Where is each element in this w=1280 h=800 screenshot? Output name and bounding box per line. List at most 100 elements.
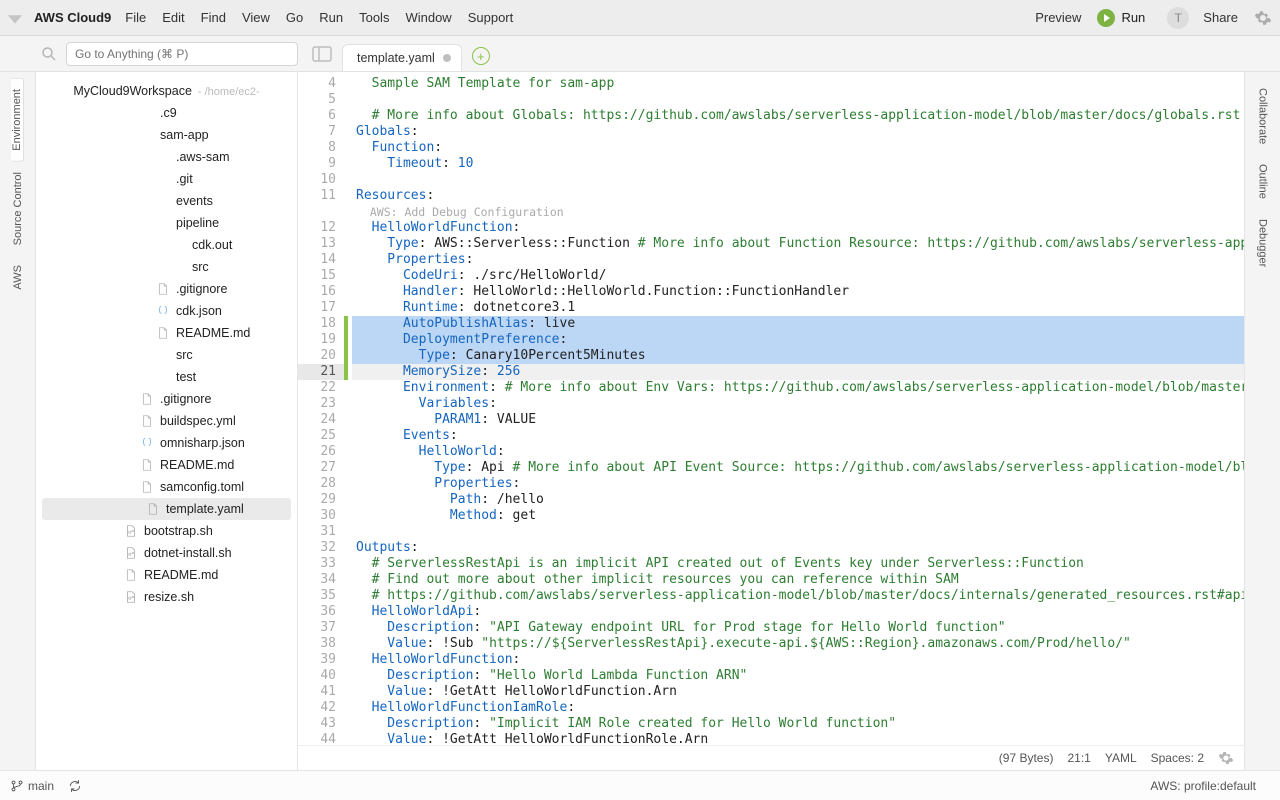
tab-label: template.yaml <box>357 51 435 65</box>
tree-item[interactable]: events <box>36 190 297 212</box>
codelens-add-debug[interactable]: AWS: Add Debug Configuration <box>352 204 1244 220</box>
menu-tools[interactable]: Tools <box>359 10 389 25</box>
tree-item-label: resize.sh <box>144 590 194 604</box>
tree-item-label: .gitignore <box>160 392 211 406</box>
tree-item[interactable]: README.md <box>36 322 297 344</box>
gear-icon[interactable] <box>1254 9 1272 27</box>
tree-item[interactable]: .aws-sam <box>36 146 297 168</box>
tree-item[interactable]: template.yaml <box>42 498 291 520</box>
rail-collaborate[interactable]: Collaborate <box>1257 78 1269 154</box>
tree-item[interactable]: src <box>36 344 297 366</box>
file-icon <box>156 326 170 340</box>
tree-item-label: .aws-sam <box>176 150 229 164</box>
menu-edit[interactable]: Edit <box>162 10 184 25</box>
tab-template-yaml[interactable]: template.yaml <box>342 44 462 71</box>
search-input[interactable] <box>66 42 298 66</box>
tree-item[interactable]: bootstrap.sh <box>36 520 297 542</box>
menu-run[interactable]: Run <box>319 10 343 25</box>
preview-button[interactable]: Preview <box>1035 10 1081 25</box>
play-icon <box>1097 9 1115 27</box>
tree-item[interactable]: buildspec.yml <box>36 410 297 432</box>
tree-item-label: .c9 <box>160 106 177 120</box>
share-button[interactable]: Share <box>1203 10 1238 25</box>
file-icon <box>140 480 154 494</box>
tree-item[interactable]: resize.sh <box>36 586 297 608</box>
editor-pane: 4567891011121314151617181920212223242526… <box>298 72 1244 770</box>
brand: AWS Cloud9 <box>34 10 111 25</box>
tree-item[interactable]: .c9 <box>36 102 297 124</box>
toolbar: template.yaml + <box>0 36 1280 72</box>
dirty-indicator-icon <box>443 54 451 62</box>
aws-profile[interactable]: AWS: profile:default <box>1150 779 1256 793</box>
right-siderail: CollaborateOutlineDebugger <box>1244 72 1280 770</box>
tree-item[interactable]: omnisharp.json <box>36 432 297 454</box>
search-area <box>36 42 298 66</box>
menu-go[interactable]: Go <box>286 10 303 25</box>
rail-aws[interactable]: AWS <box>12 255 24 300</box>
tree-item-label: template.yaml <box>166 502 244 516</box>
tree-item[interactable]: .git <box>36 168 297 190</box>
selection-size: (97 Bytes) <box>999 751 1054 765</box>
tree-item[interactable]: samconfig.toml <box>36 476 297 498</box>
tree-item[interactable]: cdk.json <box>36 300 297 322</box>
search-icon[interactable] <box>40 45 58 63</box>
tree-item-label: events <box>176 194 213 208</box>
cloud9-menu-icon[interactable] <box>8 11 22 25</box>
menu-support[interactable]: Support <box>468 10 514 25</box>
new-tab-button[interactable]: + <box>472 47 490 65</box>
sidebar-toggle-icon[interactable] <box>310 42 334 66</box>
statusbar: main AWS: profile:default <box>0 770 1280 800</box>
filetree: MyCloud9Workspace - /home/ec2- .c9 sam-ap… <box>36 72 298 770</box>
tree-item[interactable]: .gitignore <box>36 278 297 300</box>
line-gutter: 4567891011121314151617181920212223242526… <box>298 72 344 745</box>
run-button[interactable]: Run <box>1097 9 1145 27</box>
menu-view[interactable]: View <box>242 10 270 25</box>
json-icon <box>156 304 170 318</box>
tree-item[interactable]: README.md <box>36 454 297 476</box>
script-icon <box>124 546 138 560</box>
file-icon <box>124 568 138 582</box>
language-mode[interactable]: YAML <box>1105 751 1137 765</box>
tree-item[interactable]: cdk.out <box>36 234 297 256</box>
rail-source-control[interactable]: Source Control <box>12 162 24 255</box>
tree-item-label: cdk.json <box>176 304 222 318</box>
tree-item-label: buildspec.yml <box>160 414 236 428</box>
editor-settings-icon[interactable] <box>1218 750 1234 766</box>
avatar[interactable]: T <box>1167 7 1189 29</box>
tree-item[interactable]: src <box>36 256 297 278</box>
editor-statusbar: (97 Bytes) 21:1 YAML Spaces: 2 <box>298 745 1244 770</box>
tree-item-label: README.md <box>176 326 250 340</box>
workspace-body: EnvironmentSource ControlAWS MyCloud9Wor… <box>0 72 1280 770</box>
tree-item-label: bootstrap.sh <box>144 524 213 538</box>
tree-item[interactable]: pipeline <box>36 212 297 234</box>
rail-debugger[interactable]: Debugger <box>1257 209 1269 277</box>
menu-find[interactable]: Find <box>201 10 226 25</box>
left-siderail: EnvironmentSource ControlAWS <box>0 72 36 770</box>
json-icon <box>140 436 154 450</box>
tree-item-label: sam-app <box>160 128 209 142</box>
tree-item[interactable]: dotnet-install.sh <box>36 542 297 564</box>
tree-item[interactable]: sam-app <box>36 124 297 146</box>
menu-file[interactable]: File <box>125 10 146 25</box>
change-marker <box>344 316 348 380</box>
tree-item[interactable]: README.md <box>36 564 297 586</box>
sync-button[interactable] <box>68 779 82 793</box>
indent-setting[interactable]: Spaces: 2 <box>1151 751 1204 765</box>
rail-environment[interactable]: Environment <box>11 78 24 162</box>
editor[interactable]: 4567891011121314151617181920212223242526… <box>298 72 1244 745</box>
git-branch[interactable]: main <box>10 779 54 793</box>
menu-window[interactable]: Window <box>405 10 451 25</box>
code-area[interactable]: Sample SAM Template for sam-app # More i… <box>352 72 1244 745</box>
tree-item-label: pipeline <box>176 216 219 230</box>
tree-item[interactable]: test <box>36 366 297 388</box>
file-icon <box>146 502 160 516</box>
workspace-root[interactable]: MyCloud9Workspace - /home/ec2- <box>36 80 297 102</box>
cursor-position[interactable]: 21:1 <box>1067 751 1090 765</box>
tree-item-label: test <box>176 370 196 384</box>
tree-item-label: cdk.out <box>192 238 232 252</box>
tree-item[interactable]: .gitignore <box>36 388 297 410</box>
tree-item-label: .git <box>176 172 193 186</box>
rail-outline[interactable]: Outline <box>1257 154 1269 209</box>
script-icon <box>124 524 138 538</box>
file-icon <box>140 392 154 406</box>
